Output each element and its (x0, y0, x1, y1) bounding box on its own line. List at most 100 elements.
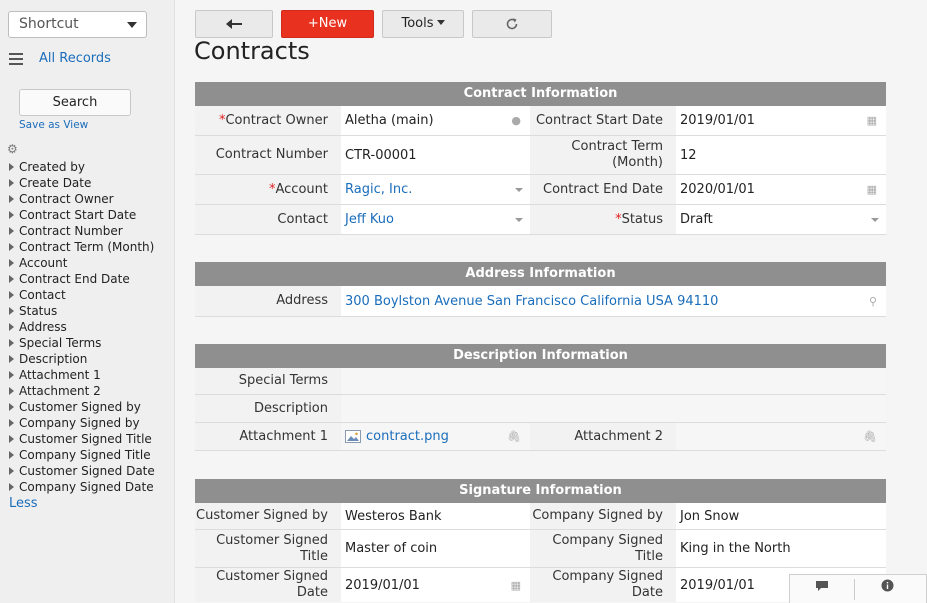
company-signed-title-field[interactable]: King in the North (676, 530, 886, 567)
map-pin-icon[interactable]: ⚲ (869, 295, 877, 308)
address-field[interactable]: 300 Boylston Avenue San Francisco Califo… (341, 286, 886, 316)
field-item-contract-end-date[interactable]: Contract End Date (8, 271, 173, 287)
contract-information-section: Contract Information * Contract Owner Ale… (195, 82, 886, 235)
chevron-down-icon (515, 217, 523, 222)
refresh-icon (506, 18, 518, 30)
status-field[interactable]: Draft (676, 205, 886, 234)
field-item-created-by[interactable]: Created by (8, 159, 173, 175)
paperclip-icon[interactable]: 🖇 (863, 430, 877, 443)
signature-information-section: Signature Information Customer Signed by… (195, 479, 886, 602)
all-records-label: All Records (39, 51, 111, 66)
search-button[interactable]: Search (19, 89, 131, 116)
field-label: Company Signed Title (530, 530, 676, 567)
field-item-contract-start-date[interactable]: Contract Start Date (8, 207, 173, 223)
customer-signed-title-field[interactable]: Master of coin (341, 530, 530, 567)
contract-term-field[interactable]: 12 (676, 136, 886, 174)
calendar-icon[interactable]: ▦ (511, 579, 521, 592)
field-item-account[interactable]: Account (8, 255, 173, 271)
field-label: Customer Signed by (195, 503, 341, 529)
field-label: Company Signed by (530, 503, 676, 529)
field-item-customer-signed-title[interactable]: Customer Signed Title (8, 431, 173, 447)
field-label: Address (195, 286, 341, 316)
shortcut-dropdown[interactable]: Shortcut (8, 11, 147, 38)
back-button[interactable] (195, 10, 273, 38)
field-list: Created by Create Date Contract Owner Co… (8, 159, 173, 495)
field-item-contract-owner[interactable]: Contract Owner (8, 191, 173, 207)
form-row: Description (195, 395, 886, 423)
section-header: Contract Information (195, 82, 886, 106)
field-item-contact[interactable]: Contact (8, 287, 173, 303)
attachment-1-field[interactable]: contract.png 🖇 (341, 423, 530, 450)
address-information-section: Address Information Address 300 Boylston… (195, 262, 886, 317)
field-item-status[interactable]: Status (8, 303, 173, 319)
field-label: Attachment 1 (195, 423, 341, 450)
form-row: * Account Ragic, Inc. Contract End Date 2… (195, 175, 886, 205)
form-row: Attachment 1 contract.png 🖇 Attachment 2… (195, 423, 886, 451)
field-item-customer-signed-by[interactable]: Customer Signed by (8, 399, 173, 415)
attachment-2-field[interactable]: 🖇 (676, 423, 886, 450)
all-records-link[interactable]: All Records (8, 51, 168, 69)
chevron-down-icon (436, 20, 445, 25)
paperclip-icon[interactable]: 🖇 (507, 430, 521, 443)
field-item-contract-term[interactable]: Contract Term (Month) (8, 239, 173, 255)
chevron-down-icon (127, 22, 137, 28)
chevron-down-icon (871, 217, 879, 222)
user-icon: ● (511, 114, 521, 127)
field-label: Description (195, 395, 341, 422)
form-row: Customer Signed Date 2019/01/01 ▦ Company… (195, 568, 886, 602)
form-row: Customer Signed by Westeros Bank Company… (195, 503, 886, 530)
calendar-icon[interactable]: ▦ (867, 114, 877, 127)
field-item-company-signed-title[interactable]: Company Signed Title (8, 447, 173, 463)
field-label: Contract Number (195, 136, 341, 174)
customer-signed-by-field[interactable]: Westeros Bank (341, 503, 530, 529)
section-header: Address Information (195, 262, 886, 286)
field-label: Company Signed Date (530, 568, 676, 602)
attachment-file-link[interactable]: contract.png (366, 429, 449, 444)
field-label: Customer Signed Title (195, 530, 341, 567)
gear-icon[interactable]: ⚙ (7, 143, 19, 155)
info-icon[interactable] (855, 575, 919, 603)
tools-button-label: Tools (401, 16, 434, 31)
chat-bar (789, 574, 927, 603)
refresh-button[interactable] (472, 10, 552, 38)
field-item-company-signed-date[interactable]: Company Signed Date (8, 479, 173, 495)
description-information-section: Description Information Special Terms De… (195, 344, 886, 451)
field-item-special-terms[interactable]: Special Terms (8, 335, 173, 351)
customer-signed-date-field[interactable]: 2019/01/01 ▦ (341, 568, 530, 602)
special-terms-field[interactable] (341, 368, 886, 394)
field-label: Attachment 2 (530, 423, 676, 450)
field-item-company-signed-by[interactable]: Company Signed by (8, 415, 173, 431)
description-field[interactable] (341, 395, 886, 422)
field-item-attachment-2[interactable]: Attachment 2 (8, 383, 173, 399)
contract-end-date-field[interactable]: 2020/01/01 ▦ (676, 175, 886, 204)
calendar-icon[interactable]: ▦ (867, 183, 877, 196)
new-button[interactable]: +New (281, 10, 374, 38)
field-label: Customer Signed Date (195, 568, 341, 602)
contact-field[interactable]: Jeff Kuo (341, 205, 530, 234)
field-item-address[interactable]: Address (8, 319, 173, 335)
less-link[interactable]: Less (9, 496, 38, 511)
field-item-contract-number[interactable]: Contract Number (8, 223, 173, 239)
sidebar: Shortcut All Records Search Save as View… (0, 0, 175, 603)
field-label: * Account (195, 175, 341, 204)
form-row: Customer Signed Title Master of coin Com… (195, 530, 886, 568)
shortcut-label: Shortcut (19, 16, 79, 32)
field-label: Special Terms (195, 368, 341, 394)
contract-start-date-field[interactable]: 2019/01/01 ▦ (676, 106, 886, 135)
form-row: Special Terms (195, 368, 886, 395)
save-as-view-link[interactable]: Save as View (19, 119, 88, 131)
field-item-create-date[interactable]: Create Date (8, 175, 173, 191)
field-item-customer-signed-date[interactable]: Customer Signed Date (8, 463, 173, 479)
comment-icon[interactable] (790, 575, 854, 603)
new-button-label: +New (307, 16, 348, 31)
contract-number-field[interactable]: CTR-00001 (341, 136, 530, 174)
field-label: Contract Term (Month) (530, 136, 676, 174)
contract-owner-field[interactable]: Aletha (main) ● (341, 106, 530, 135)
image-file-icon (345, 430, 361, 443)
field-label: * Status (530, 205, 676, 234)
field-item-description[interactable]: Description (8, 351, 173, 367)
tools-button[interactable]: Tools (382, 10, 464, 38)
field-item-attachment-1[interactable]: Attachment 1 (8, 367, 173, 383)
account-field[interactable]: Ragic, Inc. (341, 175, 530, 204)
company-signed-by-field[interactable]: Jon Snow (676, 503, 886, 529)
